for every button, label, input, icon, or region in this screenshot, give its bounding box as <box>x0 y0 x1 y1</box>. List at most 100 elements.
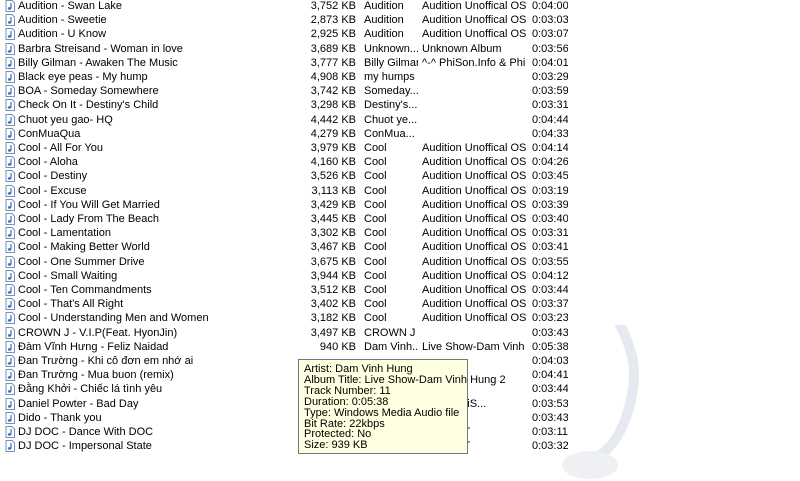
file-artist: Cool <box>364 184 387 197</box>
file-name: Cool - That's All Right <box>18 298 124 311</box>
file-duration: 0:04:44 <box>532 113 568 126</box>
audio-file-icon <box>5 284 15 296</box>
file-row[interactable]: Đan Trường - Khi cô đơn em nhớ ai 0:04:03 <box>0 354 568 368</box>
audio-file-icon <box>5 383 15 396</box>
file-album: Audition Unoffical OST <box>422 184 526 197</box>
audio-file-icon <box>5 142 15 154</box>
file-artist: Cool <box>364 170 387 183</box>
file-name: Cool - All For You <box>18 142 103 154</box>
file-name: Daniel Powter - Bad Day <box>18 397 139 410</box>
audio-file-icon <box>5 298 15 311</box>
file-row[interactable]: DJ DOC - Dance With DOCffical OST0:03:11 <box>0 425 568 439</box>
file-album: Audition Unoffical OST <box>422 284 526 296</box>
audio-file-icon <box>5 269 15 282</box>
audio-file-icon <box>5 113 15 126</box>
file-row[interactable]: Cool - One Summer Drive 3,675 KB Cool Audit… <box>0 255 568 269</box>
file-album: Audition Unoffical OST <box>422 198 526 211</box>
file-name: Đàm Vĩnh Hưng - Feliz Naidad <box>18 340 169 353</box>
file-name: DJ DOC - Impersonal State <box>18 440 152 453</box>
file-duration: 0:03:37 <box>532 298 568 311</box>
audio-file-icon <box>5 411 15 424</box>
file-row[interactable]: Cool - Lamentation 3,302 KB Cool Audition U… <box>0 226 568 240</box>
audio-file-icon <box>5 42 15 55</box>
file-album: Audition Unoffical OST <box>422 28 526 41</box>
file-size: 4,908 KB <box>310 71 356 83</box>
file-artist: Cool <box>364 198 387 211</box>
file-name: Cool - Destiny <box>18 170 88 183</box>
file-name: BOA - Someday Somewhere <box>18 85 159 98</box>
file-duration: 0:03:23 <box>532 312 568 325</box>
file-row[interactable]: Cool - If You Will Get Married 3,429 KB Co… <box>0 198 568 212</box>
file-artist: Destiny's... <box>364 99 418 112</box>
file-album: ^-^ PhiSon.Info & Phi... <box>422 56 526 69</box>
file-size: 3,467 KB <box>310 241 356 254</box>
file-row[interactable]: Cool - Excuse 3,113 KB Cool Audition Unoffi… <box>0 184 568 198</box>
file-size: 3,402 KB <box>310 298 356 311</box>
file-row[interactable]: Black eye peas - My hump 4,908 KB my humps… <box>0 70 568 84</box>
file-name: Audition - U Know <box>18 28 107 41</box>
file-row[interactable]: CROWN J - V.I.P(Feat. HyonJin) 3,497 KB CR… <box>0 326 568 340</box>
file-row[interactable]: Audition - Swan Lake 3,752 KB Audition Audi… <box>0 0 568 13</box>
audio-file-icon <box>5 56 15 69</box>
file-row[interactable]: Cool - Understanding Men and Women 3,182 … <box>0 311 568 325</box>
file-size: 4,160 KB <box>310 156 356 169</box>
file-duration: 0:03:41 <box>532 241 568 254</box>
file-size: 4,279 KB <box>310 127 356 140</box>
file-name: Cool - If You Will Get Married <box>18 198 160 211</box>
audio-file-icon <box>5 227 15 240</box>
file-row[interactable]: Audition - Sweetie 2,873 KB Audition Auditi… <box>0 13 568 27</box>
audio-file-icon <box>5 28 15 41</box>
file-row[interactable]: BOA - Someday Somewhere 3,742 KB Someday..… <box>0 84 568 98</box>
file-row[interactable]: Billy Gilman - Awaken The Music 3,777 KB B… <box>0 56 568 70</box>
file-size: 3,979 KB <box>310 142 356 154</box>
file-name: Đan Trường - Khi cô đơn em nhớ ai <box>18 355 194 367</box>
file-duration: 0:03:40 <box>532 213 568 225</box>
file-row[interactable]: Cool - Lady From The Beach 3,445 KB Cool Au… <box>0 212 568 226</box>
file-artist: Cool <box>364 255 387 268</box>
audio-file-icon <box>5 326 15 339</box>
file-name: Dido - Thank you <box>18 411 102 424</box>
file-row[interactable]: Cool - Ten Commandments 3,512 KB Cool Audit… <box>0 283 568 297</box>
file-row[interactable]: Đàm Vĩnh Hưng - Feliz Naidad 940 KB Dam Vi… <box>0 340 568 354</box>
audio-file-icon <box>5 255 15 268</box>
file-name: Cool - Small Waiting <box>18 269 118 282</box>
file-duration: 0:03:19 <box>532 184 568 197</box>
file-row[interactable]: DJ DOC - Impersonal Stateffical OST0:03:… <box>0 439 568 453</box>
file-row[interactable]: Cool - Aloha 4,160 KB Cool Audition Unoffic… <box>0 155 568 169</box>
file-row[interactable]: Check On It - Destiny's Child 3,298 KB Des… <box>0 98 568 112</box>
file-row[interactable]: ConMuaQua 4,279 KB ConMua... 0:04:33 <box>0 127 568 141</box>
file-row[interactable]: Barbra Streisand - Woman in love 3,689 KB… <box>0 42 568 56</box>
file-info-tooltip: Artist: Dam Vinh Hung Album Title: Live … <box>298 359 506 454</box>
file-row[interactable]: Cool - Making Better World 3,467 KB Cool Au… <box>0 240 568 254</box>
file-row[interactable]: Audition - U Know 2,925 KB Audition Auditio… <box>0 27 568 41</box>
file-album: Audition Unoffical OST <box>422 156 526 169</box>
file-row[interactable]: Cool - That's All Right 3,402 KB Cool Audit… <box>0 297 568 311</box>
file-duration: 0:03:44 <box>532 284 568 296</box>
file-row[interactable]: Daniel Powter - Bad DayInfo & PhiS...0:0… <box>0 397 568 411</box>
file-row[interactable]: Cool - All For You 3,979 KB Cool Audition U… <box>0 141 568 155</box>
file-name: Cool - Ten Commandments <box>18 284 152 296</box>
file-duration: 0:04:00 <box>532 0 568 12</box>
file-artist: CROWN J <box>364 326 416 339</box>
file-size: 3,182 KB <box>310 312 356 325</box>
audio-file-icon <box>5 170 15 183</box>
file-album: Audition Unoffical OST <box>422 241 526 254</box>
audio-file-icon <box>5 14 15 27</box>
audio-file-icon <box>5 369 15 382</box>
file-name: Cool - One Summer Drive <box>18 255 145 268</box>
file-album: Audition Unoffical OST <box>422 0 526 12</box>
file-album: Audition Unoffical OST <box>422 312 526 325</box>
file-row[interactable]: Cool - Small Waiting 3,944 KB Cool Audition… <box>0 269 568 283</box>
file-artist: Cool <box>364 241 387 254</box>
tooltip-type: Type: Windows Media Audio file <box>304 406 460 419</box>
file-artist: ConMua... <box>364 127 415 140</box>
file-row[interactable]: Chuot yeu gao- HQ 4,442 KB Chuot ye... 0:04… <box>0 113 568 127</box>
file-name: Barbra Streisand - Woman in love <box>18 42 183 55</box>
file-size: 3,689 KB <box>310 42 356 55</box>
file-row[interactable]: Cool - Destiny 3,526 KB Cool Audition Unoff… <box>0 169 568 183</box>
file-album: Audition Unoffical OST <box>422 14 526 27</box>
audio-file-icon <box>5 440 15 453</box>
file-row[interactable]: Dido - Thank youbum0:03:43 <box>0 411 568 425</box>
file-artist: Audition <box>364 28 404 41</box>
file-size: 3,752 KB <box>310 0 356 12</box>
